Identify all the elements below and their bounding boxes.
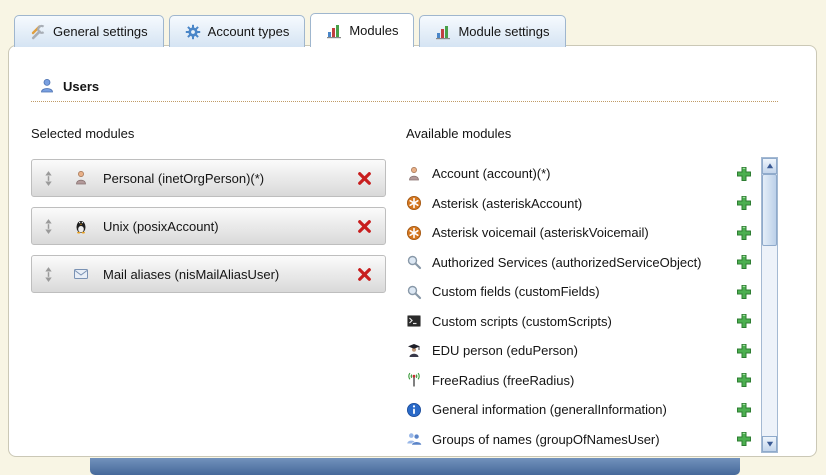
add-icon[interactable] [736,284,752,300]
chart-icon [435,24,451,40]
section-divider [31,101,778,102]
module-label: Account (account)(*) [432,166,551,181]
antenna-icon [406,372,422,388]
available-module-row: General information (generalInformation) [406,395,752,425]
module-label: General information (generalInformation) [432,402,667,417]
available-modules-heading: Available modules [406,126,778,141]
add-icon[interactable] [736,402,752,418]
available-module-row: Asterisk voicemail (asteriskVoicemail) [406,218,752,248]
add-icon[interactable] [736,254,752,270]
selected-module-row[interactable]: Unix (posixAccount) [31,207,386,245]
module-label: EDU person (eduPerson) [432,343,578,358]
delete-icon[interactable] [356,218,373,235]
footer-bar [90,458,740,475]
delete-icon[interactable] [356,266,373,283]
add-icon[interactable] [736,166,752,182]
module-label: Personal (inetOrgPerson)(*) [103,171,264,186]
tab-modules[interactable]: Modules [310,13,414,47]
available-modules-panel: Available modules Account (account)(*) A… [406,126,778,454]
available-module-row: EDU person (eduPerson) [406,336,752,366]
module-label: Custom scripts (customScripts) [432,314,612,329]
drag-handle-icon[interactable] [44,266,53,283]
module-label: Unix (posixAccount) [103,219,219,234]
scroll-up-button[interactable] [762,158,777,174]
magnifier-icon [406,254,422,270]
mail-icon [73,266,89,282]
module-label: Groups of names (groupOfNamesUser) [432,432,660,447]
add-icon[interactable] [736,343,752,359]
wrench-icon [30,24,46,40]
gear-icon [185,24,201,40]
user-icon [39,78,55,94]
tab-label: Account types [208,24,290,39]
tab-account-types[interactable]: Account types [169,15,306,47]
triangle-up-icon [764,160,776,172]
drag-handle-icon[interactable] [44,170,53,187]
add-icon[interactable] [736,225,752,241]
module-label: Asterisk (asteriskAccount) [432,196,582,211]
info-icon [406,402,422,418]
add-icon[interactable] [736,372,752,388]
asterisk-icon [406,225,422,241]
drag-handle-icon[interactable] [44,218,53,235]
available-module-row: Groups of names (groupOfNamesUser) [406,425,752,455]
available-module-row: Custom fields (customFields) [406,277,752,307]
add-icon[interactable] [736,195,752,211]
add-icon[interactable] [736,431,752,447]
tab-label: General settings [53,24,148,39]
available-module-row: FreeRadius (freeRadius) [406,366,752,396]
group-icon [406,431,422,447]
tab-label: Module settings [458,24,549,39]
available-module-row: Authorized Services (authorizedServiceOb… [406,248,752,278]
available-module-row: Asterisk (asteriskAccount) [406,189,752,219]
tab-module-settings[interactable]: Module settings [419,15,565,47]
selected-module-row[interactable]: Personal (inetOrgPerson)(*) [31,159,386,197]
section-header: Users [39,78,778,94]
content-card: Users Selected modules Personal (inetOrg… [8,45,817,457]
available-modules-list: Account (account)(*) Asterisk (asteriskA… [406,159,778,454]
scrollbar[interactable] [761,157,778,453]
tab-label: Modules [349,23,398,38]
module-label: FreeRadius (freeRadius) [432,373,574,388]
module-label: Authorized Services (authorizedServiceOb… [432,255,702,270]
scrollbar-thumb[interactable] [762,174,777,246]
scrollbar-track[interactable] [762,174,777,436]
tab-bar: General settings Account types Modules M… [14,13,571,47]
tux-icon [73,218,89,234]
add-icon[interactable] [736,313,752,329]
person-icon [406,166,422,182]
module-label: Asterisk voicemail (asteriskVoicemail) [432,225,649,240]
terminal-icon [406,313,422,329]
selected-modules-heading: Selected modules [31,126,386,141]
available-module-row: Account (account)(*) [406,159,752,189]
module-label: Custom fields (customFields) [432,284,600,299]
tab-general-settings[interactable]: General settings [14,15,164,47]
available-module-row: Custom scripts (customScripts) [406,307,752,337]
delete-icon[interactable] [356,170,373,187]
graduate-icon [406,343,422,359]
scroll-down-button[interactable] [762,436,777,452]
section-title: Users [63,79,99,94]
triangle-down-icon [764,438,776,450]
chart-icon [326,23,342,39]
asterisk-icon [406,195,422,211]
selected-module-row[interactable]: Mail aliases (nisMailAliasUser) [31,255,386,293]
magnifier-icon [406,284,422,300]
person-icon [73,170,89,186]
module-label: Mail aliases (nisMailAliasUser) [103,267,279,282]
selected-modules-panel: Selected modules Personal (inetOrgPerson… [31,126,386,454]
